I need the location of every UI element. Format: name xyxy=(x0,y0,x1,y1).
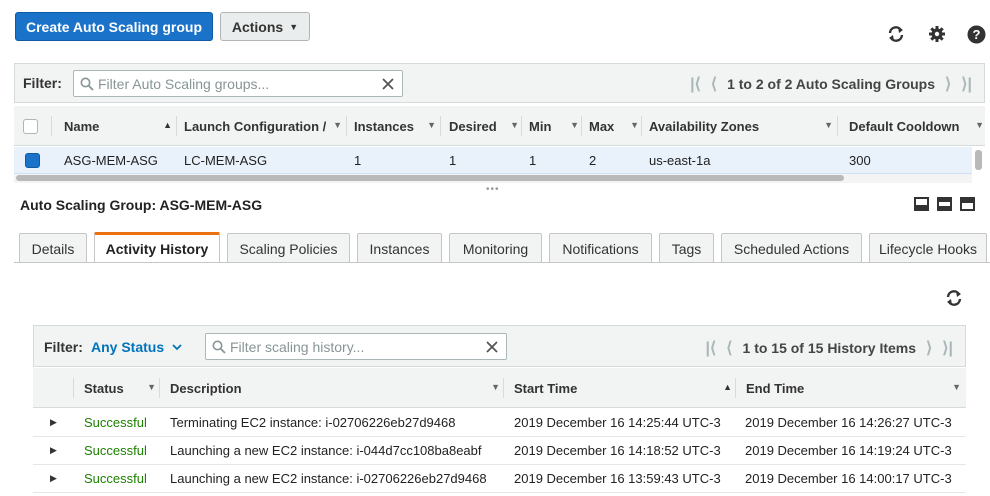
tab-notifications[interactable]: Notifications xyxy=(549,233,652,263)
history-search-box[interactable] xyxy=(205,333,507,360)
min-cell: 1 xyxy=(529,153,537,168)
pager-prev-icon[interactable]: ⟨ xyxy=(711,74,717,94)
start-time-cell: 2019 December 16 13:59:43 UTC-3 xyxy=(514,471,721,486)
status-filter-value: Any Status xyxy=(91,339,165,355)
start-time-cell: 2019 December 16 14:18:52 UTC-3 xyxy=(514,443,721,458)
vertical-scrollbar-thumb[interactable] xyxy=(975,150,982,170)
actions-dropdown-button[interactable]: Actions ▼ xyxy=(220,12,310,41)
layout-bottom-icon[interactable] xyxy=(914,197,929,211)
tab-details[interactable]: Details xyxy=(19,233,87,263)
chevron-down-icon: ▼ xyxy=(289,21,299,32)
actions-label: Actions xyxy=(231,18,284,35)
tab-divider xyxy=(14,262,990,263)
start-time-cell: 2019 December 16 14:25:44 UTC-3 xyxy=(514,415,721,430)
table-row[interactable]: ▶ Successful Terminating EC2 instance: i… xyxy=(33,409,966,437)
history-search-input[interactable] xyxy=(230,338,486,355)
pager-last-icon[interactable]: ⟩| xyxy=(942,338,953,358)
chevron-down-icon xyxy=(172,343,182,351)
help-icon[interactable]: ? xyxy=(966,24,986,44)
availability-zones-cell: us-east-1a xyxy=(649,153,711,168)
layout-switcher xyxy=(914,197,975,211)
tab-monitoring[interactable]: Monitoring xyxy=(449,233,542,263)
refresh-icon[interactable] xyxy=(886,24,906,44)
asg-table-header: Name ▲ Launch Configuration / ▼ Instances ▼… xyxy=(14,106,985,146)
tab-activity-history[interactable]: Activity History xyxy=(94,232,220,263)
column-header-description[interactable]: Description ▼ xyxy=(170,368,500,408)
description-cell: Launching a new EC2 instance: i-044d7cc1… xyxy=(170,443,482,458)
status-filter-dropdown[interactable]: Any Status xyxy=(91,339,182,355)
history-pager: |⟨ ⟨ 1 to 15 of 15 History Items ⟩ ⟩| xyxy=(706,338,953,358)
column-header-min[interactable]: Min ▼ xyxy=(529,106,579,146)
search-icon xyxy=(212,340,226,354)
column-header-launch-configuration[interactable]: Launch Configuration / ▼ xyxy=(184,106,346,146)
asg-filter-bar: Filter: |⟨ ⟨ 1 to 2 of 2 Auto Scaling Gr… xyxy=(14,63,985,103)
refresh-icon[interactable] xyxy=(944,288,964,308)
history-table-header: Status ▼ Description ▼ Start Time ▲ End Tim… xyxy=(33,368,966,408)
column-header-start-time[interactable]: Start Time ▲ xyxy=(514,368,732,408)
column-header-end-time[interactable]: End Time ▼ xyxy=(746,368,961,408)
end-time-cell: 2019 December 16 14:26:27 UTC-3 xyxy=(745,415,952,430)
end-time-cell: 2019 December 16 14:19:24 UTC-3 xyxy=(745,443,952,458)
history-filter-label: Filter: xyxy=(44,339,83,355)
layout-split-icon[interactable] xyxy=(937,197,952,211)
column-header-status[interactable]: Status ▼ xyxy=(84,368,156,408)
column-header-name[interactable]: Name ▲ xyxy=(64,106,174,146)
table-row[interactable]: ▶ Successful Launching a new EC2 instanc… xyxy=(33,465,966,493)
clear-icon[interactable] xyxy=(486,340,498,353)
row-checkbox[interactable] xyxy=(25,153,40,168)
pager-next-icon[interactable]: ⟩ xyxy=(945,74,951,94)
end-time-cell: 2019 December 16 14:00:17 UTC-3 xyxy=(745,471,952,486)
column-header-default-cooldown[interactable]: Default Cooldown ▼ xyxy=(849,106,984,146)
sort-asc-icon: ▲ xyxy=(163,120,172,130)
filter-label: Filter: xyxy=(23,75,62,91)
column-header-desired[interactable]: Desired ▼ xyxy=(449,106,519,146)
asg-pager: |⟨ ⟨ 1 to 2 of 2 Auto Scaling Groups ⟩ ⟩… xyxy=(690,74,972,94)
gear-icon[interactable] xyxy=(927,24,947,44)
status-cell: Successful xyxy=(84,443,147,458)
asg-name-cell: ASG-MEM-ASG xyxy=(64,153,158,168)
pager-first-icon[interactable]: |⟨ xyxy=(690,74,701,94)
tab-instances[interactable]: Instances xyxy=(357,233,442,263)
svg-text:?: ? xyxy=(972,27,980,42)
pager-first-icon[interactable]: |⟨ xyxy=(706,338,717,358)
sort-asc-icon: ▲ xyxy=(723,382,732,392)
detail-title: Auto Scaling Group: ASG-MEM-ASG xyxy=(20,197,263,213)
clear-icon[interactable] xyxy=(382,77,394,90)
launch-config-cell: LC-MEM-ASG xyxy=(184,153,268,168)
status-cell: Successful xyxy=(84,471,147,486)
expand-row-icon[interactable]: ▶ xyxy=(50,409,57,436)
history-pager-text: 1 to 15 of 15 History Items xyxy=(742,340,917,356)
layout-top-icon[interactable] xyxy=(960,197,975,211)
column-header-max[interactable]: Max ▼ xyxy=(589,106,639,146)
tab-scaling-policies[interactable]: Scaling Policies xyxy=(227,233,350,263)
column-header-instances[interactable]: Instances ▼ xyxy=(354,106,438,146)
history-filter-bar: Filter: Any Status |⟨ ⟨ 1 to 15 of 15 Hi… xyxy=(33,325,966,367)
desired-cell: 1 xyxy=(449,153,457,168)
pager-last-icon[interactable]: ⟩| xyxy=(961,74,972,94)
tab-lifecycle-hooks[interactable]: Lifecycle Hooks xyxy=(869,233,987,263)
expand-row-icon[interactable]: ▶ xyxy=(50,437,57,464)
pager-next-icon[interactable]: ⟩ xyxy=(926,338,932,358)
instances-cell: 1 xyxy=(354,153,362,168)
select-all-checkbox[interactable] xyxy=(23,118,38,134)
expand-row-icon[interactable]: ▶ xyxy=(50,465,57,492)
table-row[interactable]: ▶ Successful Launching a new EC2 instanc… xyxy=(33,437,966,465)
status-cell: Successful xyxy=(84,415,147,430)
column-header-availability-zones[interactable]: Availability Zones ▼ xyxy=(649,106,835,146)
create-auto-scaling-group-button[interactable]: Create Auto Scaling group xyxy=(15,12,213,41)
default-cooldown-cell: 300 xyxy=(849,153,871,168)
table-row[interactable]: ASG-MEM-ASG LC-MEM-ASG 1 1 1 2 us-east-1… xyxy=(14,147,972,174)
description-cell: Launching a new EC2 instance: i-02706226… xyxy=(170,471,487,486)
description-cell: Terminating EC2 instance: i-02706226eb27… xyxy=(170,415,456,430)
asg-pager-text: 1 to 2 of 2 Auto Scaling Groups xyxy=(727,76,936,92)
tab-scheduled-actions[interactable]: Scheduled Actions xyxy=(721,233,862,263)
tab-tags[interactable]: Tags xyxy=(659,233,714,263)
asg-search-input[interactable] xyxy=(98,75,382,92)
pager-prev-icon[interactable]: ⟨ xyxy=(726,338,732,358)
pane-splitter-handle[interactable]: ••• xyxy=(486,184,500,195)
asg-search-box[interactable] xyxy=(73,70,403,97)
max-cell: 2 xyxy=(589,153,597,168)
horizontal-scrollbar-thumb[interactable] xyxy=(16,175,844,181)
search-icon xyxy=(80,77,94,91)
